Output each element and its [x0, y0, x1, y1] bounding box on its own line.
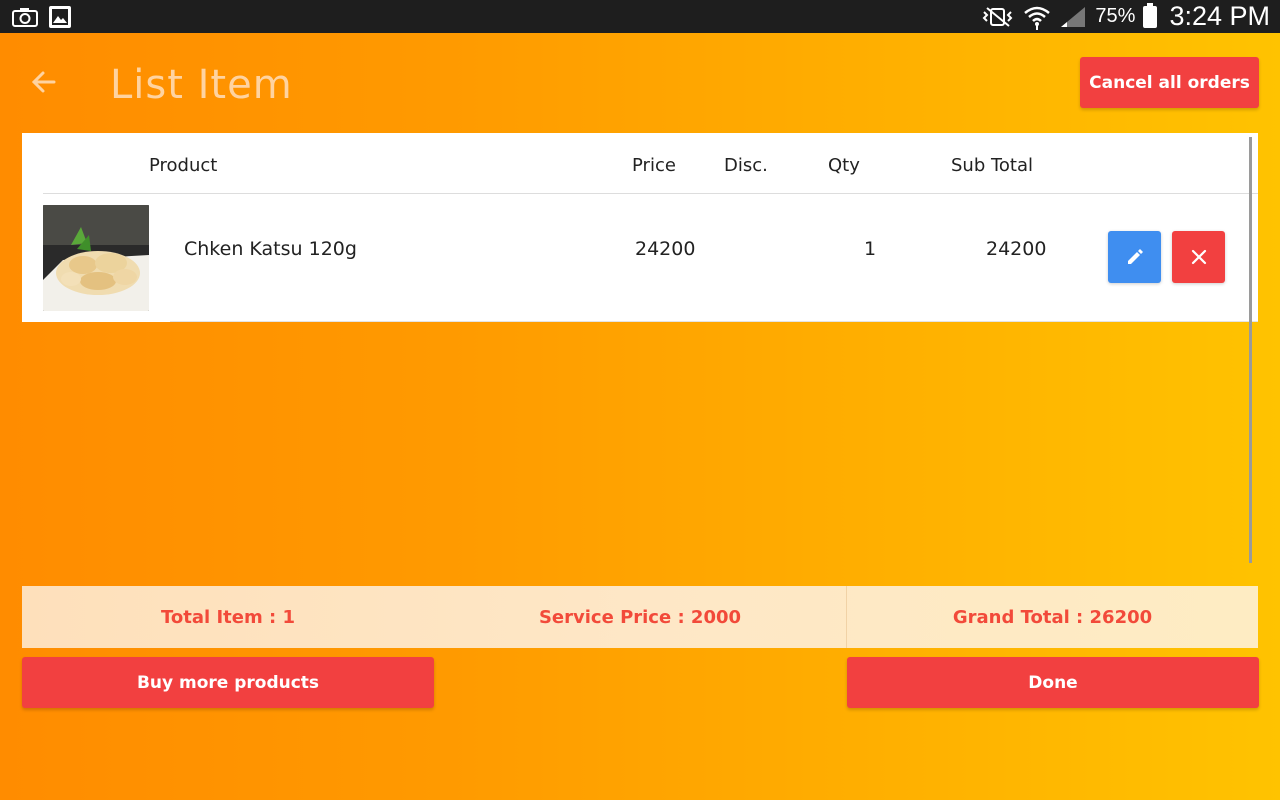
pencil-icon — [1127, 249, 1143, 264]
status-bar-right: 75% 3:24 PM — [981, 0, 1270, 33]
order-table: Product Price Disc. Qty Sub Total Chken … — [22, 133, 1258, 322]
wifi-icon — [1024, 6, 1051, 30]
vibrate-mute-icon — [982, 6, 1013, 27]
product-thumbnail — [43, 205, 149, 311]
product-qty: 1 — [864, 238, 877, 260]
service-price-text: Service Price : 2000 — [538, 606, 742, 628]
total-item-text: Total Item : 1 — [161, 606, 295, 628]
camera-icon — [12, 8, 38, 27]
order-summary: Total Item : 1 Service Price : 2000 Gran… — [22, 586, 1258, 648]
header-divider — [43, 193, 1258, 194]
status-bar: 75% 3:24 PM — [0, 0, 1280, 33]
arrow-left-icon — [31, 71, 56, 93]
edit-item-button[interactable] — [1108, 231, 1161, 283]
back-button[interactable] — [24, 62, 64, 102]
product-price: 24200 — [635, 238, 696, 260]
page-title: List Item — [110, 62, 293, 108]
grand-total-text: Grand Total : 26200 — [952, 606, 1153, 628]
product-name: Chken Katsu 120g — [184, 238, 357, 260]
battery-icon — [1143, 2, 1158, 28]
product-subtotal: 24200 — [986, 238, 1047, 260]
delete-item-button[interactable] — [1172, 231, 1225, 283]
buy-more-products-button[interactable]: Buy more products — [22, 657, 434, 708]
row-divider — [170, 321, 1258, 322]
cancel-all-orders-button[interactable]: Cancel all orders — [1080, 57, 1259, 108]
column-header-qty: Qty — [828, 155, 860, 176]
status-bar-left — [12, 5, 72, 29]
done-button[interactable]: Done — [847, 657, 1259, 708]
column-header-product: Product — [149, 155, 218, 176]
close-icon — [1191, 249, 1206, 265]
clock: 3:24 PM — [1169, 1, 1270, 31]
image-icon — [49, 6, 71, 28]
column-header-price: Price — [632, 155, 676, 176]
column-header-subtotal: Sub Total — [951, 155, 1034, 176]
scrollbar[interactable] — [1249, 137, 1252, 563]
column-header-disc: Disc. — [724, 155, 768, 176]
signal-icon — [1061, 6, 1086, 27]
battery-percent: 75% — [1095, 5, 1136, 27]
